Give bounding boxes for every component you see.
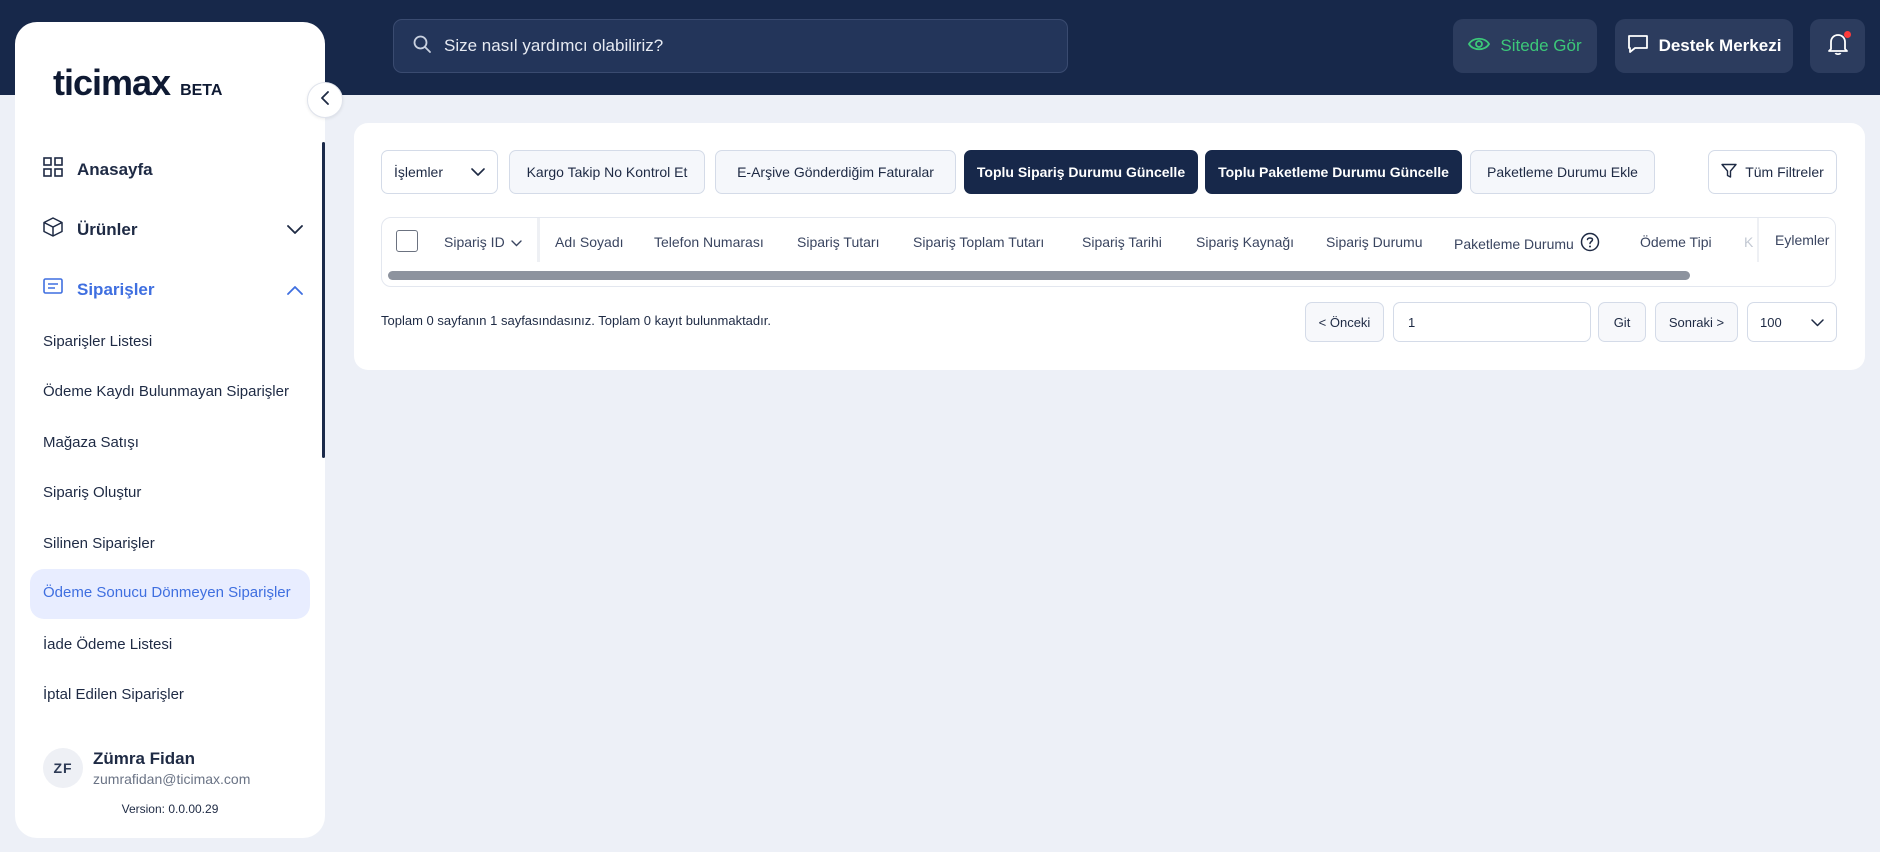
check-tracking-number-button[interactable]: Kargo Takip No Kontrol Et — [509, 150, 705, 194]
column-header-packaging-status[interactable]: Paketleme Durumu — [1454, 232, 1600, 255]
user-email: zumrafidan@ticimax.com — [93, 771, 251, 787]
pagination-summary: Toplam 0 sayfanın 1 sayfasındasınız. Top… — [381, 313, 771, 328]
logo: ticimax BETA — [53, 62, 222, 104]
column-header-full-name[interactable]: Adı Soyadı — [555, 234, 624, 250]
chevron-down-icon — [1811, 315, 1824, 330]
chevron-down-icon — [471, 164, 485, 180]
nav-item-label: Ürünler — [77, 219, 138, 239]
nav-item-products[interactable]: Ürünler — [43, 217, 303, 242]
chevron-left-icon — [319, 90, 331, 110]
column-header-truncated[interactable]: K — [1744, 234, 1753, 250]
chevron-down-icon — [287, 220, 303, 240]
view-site-label: Sitede Gör — [1500, 36, 1582, 55]
sidebar-scrollbar[interactable] — [322, 142, 325, 458]
actions-select-label: İşlemler — [394, 164, 444, 180]
column-header-order-date[interactable]: Sipariş Tarihi — [1082, 234, 1162, 250]
chevron-down-icon — [510, 234, 522, 250]
sticky-column-divider — [537, 218, 540, 262]
column-header-phone[interactable]: Telefon Numarası — [654, 234, 764, 250]
logo-wordmark: ticimax — [53, 62, 171, 103]
column-header-actions[interactable]: Eylemler — [1757, 218, 1835, 262]
filter-icon — [1721, 163, 1737, 182]
box-icon — [43, 217, 63, 242]
column-header-payment-type[interactable]: Ödeme Tipi — [1640, 234, 1712, 250]
chat-icon — [1627, 34, 1649, 59]
eye-icon — [1468, 36, 1491, 57]
column-header-order-status[interactable]: Sipariş Durumu — [1326, 234, 1422, 250]
sidebar-item-unreturned-payment-orders[interactable]: Ödeme Sonucu Dönmeyen Siparişler — [30, 569, 310, 619]
sidebar-item-refund-payments[interactable]: İade Ödeme Listesi — [43, 636, 311, 653]
orders-table: Sipariş ID Adı Soyadı Telefon Numarası S… — [381, 217, 1836, 287]
view-site-button[interactable]: Sitede Gör — [1453, 19, 1597, 73]
beta-badge: BETA — [180, 82, 223, 99]
sidebar-item-create-order[interactable]: Sipariş Oluştur — [43, 484, 311, 501]
horizontal-scrollbar[interactable] — [388, 271, 1690, 280]
go-button[interactable]: Git — [1598, 302, 1646, 342]
notifications-button[interactable] — [1810, 19, 1865, 73]
search-placeholder: Size nasıl yardımcı olabiliriz? — [444, 36, 664, 55]
bulk-order-status-update-button[interactable]: Toplu Sipariş Durumu Güncelle — [964, 150, 1198, 194]
help-icon[interactable] — [1580, 232, 1600, 255]
add-packaging-status-button[interactable]: Paketleme Durumu Ekle — [1470, 150, 1655, 194]
nav-item-home[interactable]: Anasayfa — [43, 157, 303, 182]
avatar: ZF — [43, 748, 83, 788]
search-input[interactable]: Size nasıl yardımcı olabiliriz? — [393, 19, 1068, 73]
receipt-icon — [43, 278, 63, 301]
column-header-order-id[interactable]: Sipariş ID — [444, 234, 522, 250]
sidebar-item-store-sales[interactable]: Mağaza Satışı — [43, 434, 311, 451]
support-center-label: Destek Merkezi — [1658, 36, 1782, 55]
bulk-packaging-status-update-button[interactable]: Toplu Paketleme Durumu Güncelle — [1205, 150, 1462, 194]
notification-dot — [1844, 31, 1851, 38]
orders-panel: İşlemler Kargo Takip No Kontrol Et E-Arş… — [354, 123, 1865, 370]
column-header-order-amount[interactable]: Sipariş Tutarı — [797, 234, 879, 250]
actions-select[interactable]: İşlemler — [381, 150, 498, 194]
nav-item-orders[interactable]: Siparişler — [43, 278, 303, 301]
column-header-order-source[interactable]: Sipariş Kaynağı — [1196, 234, 1294, 250]
sidebar: ticimax BETA Anasayfa Ürünler Siparişler… — [15, 22, 343, 838]
app-version: Version: 0.0.00.29 — [121, 802, 219, 816]
sidebar-item-orders-list[interactable]: Siparişler Listesi — [43, 333, 311, 350]
nav-item-label: Anasayfa — [77, 159, 153, 179]
search-icon — [412, 34, 432, 59]
user-profile[interactable]: ZF Zümra Fidan zumrafidan@ticimax.com — [43, 748, 250, 788]
column-header-order-total[interactable]: Sipariş Toplam Tutarı — [913, 234, 1044, 250]
all-filters-label: Tüm Filtreler — [1745, 164, 1824, 180]
page-size-select[interactable]: 100 — [1747, 302, 1837, 342]
page-size-value: 100 — [1760, 314, 1782, 330]
sidebar-item-cancelled-orders[interactable]: İptal Edilen Siparişler — [43, 686, 311, 703]
sidebar-item-orders-without-payment[interactable]: Ödeme Kaydı Bulunmayan Siparişler — [43, 383, 311, 400]
chevron-up-icon — [287, 280, 303, 300]
all-filters-button[interactable]: Tüm Filtreler — [1708, 150, 1837, 194]
grid-icon — [43, 157, 63, 182]
previous-page-button[interactable]: < Önceki — [1305, 302, 1384, 342]
column-label: Sipariş ID — [444, 234, 505, 250]
e-archive-invoices-button[interactable]: E-Arşive Gönderdiğim Faturalar — [715, 150, 956, 194]
support-center-button[interactable]: Destek Merkezi — [1615, 19, 1793, 73]
select-all-checkbox[interactable] — [396, 230, 418, 252]
next-page-button[interactable]: Sonraki > — [1655, 302, 1738, 342]
sidebar-item-deleted-orders[interactable]: Silinen Siparişler — [43, 535, 311, 552]
user-name: Zümra Fidan — [93, 749, 196, 768]
page-number-input[interactable]: 1 — [1393, 302, 1591, 342]
collapse-sidebar-button[interactable] — [307, 82, 343, 118]
nav-item-label: Siparişler — [77, 279, 155, 299]
column-label: Paketleme Durumu — [1454, 235, 1574, 252]
